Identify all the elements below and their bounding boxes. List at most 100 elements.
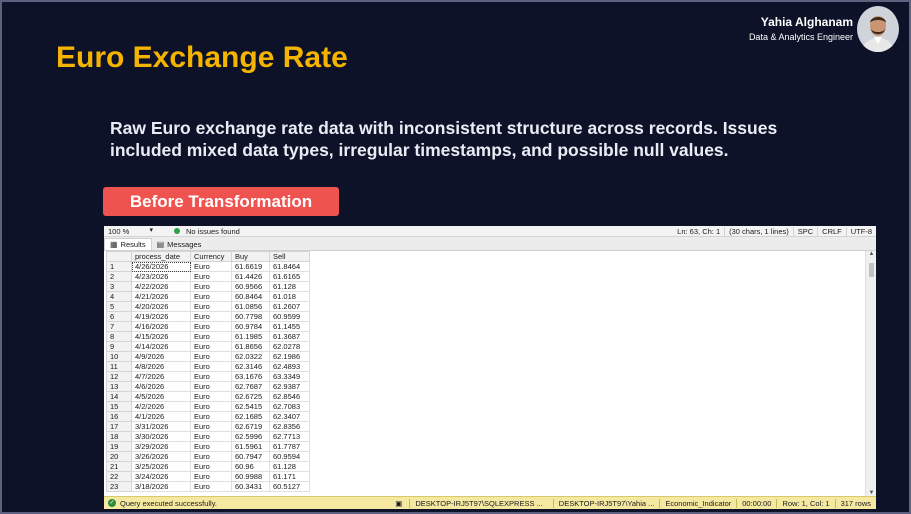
- table-row[interactable]: 12 4/7/2026 Euro 63.1676 63.3349: [106, 371, 310, 382]
- table-row[interactable]: 2 4/23/2026 Euro 61.4426 61.6165: [106, 271, 310, 282]
- row-number[interactable]: 23: [106, 481, 132, 492]
- table-row[interactable]: 4 4/21/2026 Euro 60.8464 61.018: [106, 291, 310, 302]
- cell-currency[interactable]: Euro: [190, 401, 232, 412]
- cell-sell[interactable]: 62.9387: [269, 381, 310, 392]
- row-number[interactable]: 9: [106, 341, 132, 352]
- row-number[interactable]: 6: [106, 311, 132, 322]
- cell-sell[interactable]: 62.8546: [269, 391, 310, 402]
- cell-currency[interactable]: Euro: [190, 291, 232, 302]
- cell-sell[interactable]: 61.8464: [269, 261, 310, 272]
- cell-sell[interactable]: 60.9594: [269, 451, 310, 462]
- cell-buy[interactable]: 61.1985: [231, 331, 270, 342]
- cell-process-date[interactable]: 4/15/2026: [131, 331, 191, 342]
- table-row[interactable]: 5 4/20/2026 Euro 61.0856 61.2607: [106, 301, 310, 312]
- row-number[interactable]: 17: [106, 421, 132, 432]
- cell-process-date[interactable]: 3/18/2026: [131, 481, 191, 492]
- cell-currency[interactable]: Euro: [190, 441, 232, 452]
- cell-sell[interactable]: 62.1986: [269, 351, 310, 362]
- cell-currency[interactable]: Euro: [190, 451, 232, 462]
- cell-buy[interactable]: 62.6725: [231, 391, 270, 402]
- cell-process-date[interactable]: 4/22/2026: [131, 281, 191, 292]
- whitespace-mode[interactable]: SPC: [792, 226, 817, 236]
- row-number[interactable]: 7: [106, 321, 132, 332]
- cell-sell[interactable]: 61.128: [269, 281, 310, 292]
- cell-sell[interactable]: 62.4893: [269, 361, 310, 372]
- row-number[interactable]: 20: [106, 451, 132, 462]
- cell-buy[interactable]: 62.1685: [231, 411, 270, 422]
- cell-sell[interactable]: 62.0278: [269, 341, 310, 352]
- cell-buy[interactable]: 60.3431: [231, 481, 270, 492]
- row-number[interactable]: 2: [106, 271, 132, 282]
- cell-process-date[interactable]: 3/26/2026: [131, 451, 191, 462]
- cell-process-date[interactable]: 4/26/2026: [131, 261, 191, 272]
- zoom-select[interactable]: 100 % ▾: [104, 227, 156, 236]
- cell-sell[interactable]: 61.2607: [269, 301, 310, 312]
- cell-sell[interactable]: 62.7083: [269, 401, 310, 412]
- tab-results[interactable]: ▦ Results: [104, 238, 152, 250]
- cell-buy[interactable]: 60.7947: [231, 451, 270, 462]
- cell-buy[interactable]: 60.9566: [231, 281, 270, 292]
- cell-sell[interactable]: 62.3407: [269, 411, 310, 422]
- table-row[interactable]: 19 3/29/2026 Euro 61.5961 61.7787: [106, 441, 310, 452]
- cell-sell[interactable]: 63.3349: [269, 371, 310, 382]
- cell-process-date[interactable]: 4/9/2026: [131, 351, 191, 362]
- table-row[interactable]: 22 3/24/2026 Euro 60.9988 61.171: [106, 471, 310, 482]
- table-row[interactable]: 21 3/25/2026 Euro 60.96 61.128: [106, 461, 310, 472]
- cell-process-date[interactable]: 3/25/2026: [131, 461, 191, 472]
- cell-process-date[interactable]: 4/14/2026: [131, 341, 191, 352]
- cell-currency[interactable]: Euro: [190, 361, 232, 372]
- cell-process-date[interactable]: 4/2/2026: [131, 401, 191, 412]
- row-number[interactable]: 4: [106, 291, 132, 302]
- table-row[interactable]: 13 4/6/2026 Euro 62.7687 62.9387: [106, 381, 310, 392]
- cell-currency[interactable]: Euro: [190, 421, 232, 432]
- table-row[interactable]: 16 4/1/2026 Euro 62.1685 62.3407: [106, 411, 310, 422]
- row-number[interactable]: 22: [106, 471, 132, 482]
- row-number[interactable]: 13: [106, 381, 132, 392]
- cell-currency[interactable]: Euro: [190, 371, 232, 382]
- cell-buy[interactable]: 62.5996: [231, 431, 270, 442]
- table-row[interactable]: 17 3/31/2026 Euro 62.6719 62.8356: [106, 421, 310, 432]
- row-number[interactable]: 18: [106, 431, 132, 442]
- table-row[interactable]: 15 4/2/2026 Euro 62.5415 62.7083: [106, 401, 310, 412]
- cell-buy[interactable]: 62.0322: [231, 351, 270, 362]
- cell-process-date[interactable]: 4/23/2026: [131, 271, 191, 282]
- cell-sell[interactable]: 61.1455: [269, 321, 310, 332]
- column-header-currency[interactable]: Currency: [190, 251, 232, 262]
- cell-process-date[interactable]: 3/29/2026: [131, 441, 191, 452]
- issues-indicator[interactable]: No issues found: [156, 227, 240, 236]
- cell-buy[interactable]: 60.8464: [231, 291, 270, 302]
- table-row[interactable]: 9 4/14/2026 Euro 61.8656 62.0278: [106, 341, 310, 352]
- cell-currency[interactable]: Euro: [190, 381, 232, 392]
- cell-sell[interactable]: 61.018: [269, 291, 310, 302]
- cell-currency[interactable]: Euro: [190, 471, 232, 482]
- cell-currency[interactable]: Euro: [190, 301, 232, 312]
- cell-process-date[interactable]: 4/5/2026: [131, 391, 191, 402]
- cell-buy[interactable]: 60.7798: [231, 311, 270, 322]
- cell-process-date[interactable]: 4/16/2026: [131, 321, 191, 332]
- cell-currency[interactable]: Euro: [190, 321, 232, 332]
- row-number[interactable]: 1: [106, 261, 132, 272]
- cell-process-date[interactable]: 3/31/2026: [131, 421, 191, 432]
- cell-sell[interactable]: 61.171: [269, 471, 310, 482]
- cell-currency[interactable]: Euro: [190, 271, 232, 282]
- cell-sell[interactable]: 61.128: [269, 461, 310, 472]
- cell-currency[interactable]: Euro: [190, 281, 232, 292]
- cell-currency[interactable]: Euro: [190, 481, 232, 492]
- scroll-up-icon[interactable]: ▲: [866, 251, 876, 257]
- cell-currency[interactable]: Euro: [190, 311, 232, 322]
- cell-currency[interactable]: Euro: [190, 461, 232, 472]
- cell-process-date[interactable]: 4/7/2026: [131, 371, 191, 382]
- cell-buy[interactable]: 61.6619: [231, 261, 270, 272]
- row-number[interactable]: 15: [106, 401, 132, 412]
- cell-currency[interactable]: Euro: [190, 431, 232, 442]
- cell-process-date[interactable]: 4/21/2026: [131, 291, 191, 302]
- table-row[interactable]: 11 4/8/2026 Euro 62.3146 62.4893: [106, 361, 310, 372]
- row-number[interactable]: 19: [106, 441, 132, 452]
- table-row[interactable]: 7 4/16/2026 Euro 60.9784 61.1455: [106, 321, 310, 332]
- cell-sell[interactable]: 61.3687: [269, 331, 310, 342]
- cell-currency[interactable]: Euro: [190, 331, 232, 342]
- cell-process-date[interactable]: 4/6/2026: [131, 381, 191, 392]
- cell-buy[interactable]: 60.9784: [231, 321, 270, 332]
- cell-sell[interactable]: 61.6165: [269, 271, 310, 282]
- row-number[interactable]: 16: [106, 411, 132, 422]
